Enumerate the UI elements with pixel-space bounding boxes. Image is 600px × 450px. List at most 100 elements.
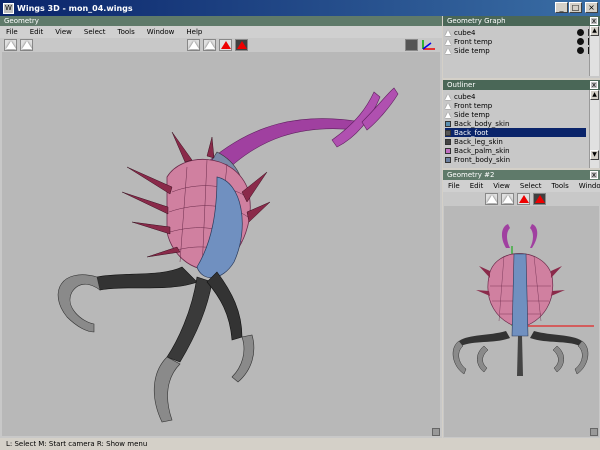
visibility-eye-icon[interactable] (577, 38, 584, 45)
menu-help[interactable]: Help (180, 28, 208, 36)
view-options-toolbar (405, 39, 437, 51)
g2-face-mode-button[interactable] (517, 193, 530, 205)
geometry-panel-title: Geometry (0, 16, 442, 26)
geometry2-title: Geometry #2 x (443, 170, 600, 180)
material-icon (445, 138, 451, 145)
outliner-item[interactable]: cube4 (445, 92, 586, 101)
minimize-button[interactable]: _ (555, 2, 568, 13)
body-icon (236, 41, 247, 49)
g2-edge-mode-button[interactable] (501, 193, 514, 205)
vertex-icon (188, 41, 199, 49)
geometry2-title-text: Geometry #2 (447, 171, 495, 179)
list-item-label: Side temp (454, 46, 490, 55)
list-item-label: cube4 (454, 28, 476, 37)
status-bar: L: Select M: Start camera R: Show menu (0, 438, 600, 450)
g2-menu-window[interactable]: Window (574, 182, 600, 190)
menu-view[interactable]: View (49, 28, 78, 36)
outliner-item-label: Side temp (454, 110, 490, 119)
outliner-item[interactable]: Back_palm_skin (445, 146, 586, 155)
main-3d-viewport[interactable] (2, 52, 440, 436)
outliner-scrollbar[interactable]: ▲ ▼ (589, 90, 599, 168)
geometry2-close-icon[interactable]: x (590, 171, 598, 179)
monster-front-view-drawing (452, 224, 594, 376)
outliner-title: Outliner x (443, 80, 600, 90)
geometry-graph-list: cube4 Front temp Side temp (443, 26, 600, 55)
vertex-mode-button[interactable] (187, 39, 200, 51)
outliner-item-selected[interactable]: Back_foot (445, 128, 586, 137)
outliner-title-text: Outliner (447, 81, 476, 89)
list-item[interactable]: Side temp (445, 46, 598, 55)
g2-vertex-mode-button[interactable] (485, 193, 498, 205)
smooth-preview-button[interactable] (4, 39, 17, 51)
face-mode-button[interactable] (219, 39, 232, 51)
outliner-item-label: cube4 (454, 92, 476, 101)
menu-edit[interactable]: Edit (24, 28, 50, 36)
object-icon (445, 102, 451, 109)
edge-icon (502, 195, 513, 203)
outliner-item-label: Back_leg_skin (454, 137, 503, 146)
g2-menu-file[interactable]: File (443, 182, 465, 190)
smooth-icon (5, 41, 16, 49)
scroll-down-arrow-icon[interactable]: ▼ (590, 150, 599, 160)
outliner-item-label: Back_palm_skin (454, 146, 510, 155)
outliner-item[interactable]: Back_body_skin (445, 119, 586, 128)
secondary-3d-viewport[interactable] (444, 206, 599, 437)
scroll-up-arrow-icon[interactable]: ▲ (590, 90, 599, 100)
menu-file[interactable]: File (0, 28, 24, 36)
close-button[interactable]: × (585, 2, 598, 13)
menu-tools[interactable]: Tools (112, 28, 141, 36)
face-icon (220, 41, 231, 49)
outliner-item[interactable]: Back_leg_skin (445, 137, 586, 146)
menu-select[interactable]: Select (78, 28, 112, 36)
geometry-graph-title: Geometry Graph x (443, 16, 600, 26)
selection-mode-toolbar (187, 39, 248, 51)
object-icon (445, 47, 451, 54)
edge-mode-button[interactable] (203, 39, 216, 51)
menu-window[interactable]: Window (141, 28, 181, 36)
flat-shade-button[interactable] (20, 39, 33, 51)
visibility-eye-icon[interactable] (577, 47, 584, 54)
scroll-up-arrow-icon[interactable]: ▲ (590, 26, 599, 36)
geometry-graph-scrollbar[interactable]: ▲ (589, 26, 599, 76)
outliner-panel: Outliner x cube4 Front temp Side temp Ba… (443, 80, 600, 168)
secondary-viewport-resize-handle[interactable] (590, 428, 598, 436)
geometry-graph-panel: Geometry Graph x cube4 Front temp Side t… (443, 16, 600, 78)
visibility-eye-icon[interactable] (577, 29, 584, 36)
window-title: Wings 3D - mon_04.wings (17, 3, 133, 13)
body-icon (534, 195, 545, 203)
maximize-button[interactable]: □ (569, 2, 582, 13)
object-icon (445, 111, 451, 118)
grid-toggle-button[interactable] (405, 39, 418, 51)
outliner-item[interactable]: Side temp (445, 110, 586, 119)
geometry-graph-close-icon[interactable]: x (590, 17, 598, 25)
main-viewport-resize-handle[interactable] (432, 428, 440, 436)
outliner-item[interactable]: Front_body_skin (445, 155, 586, 164)
g2-menu-tools[interactable]: Tools (547, 182, 574, 190)
outliner-item-label: Back_body_skin (454, 119, 510, 128)
outliner-item[interactable]: Front temp (445, 101, 586, 110)
list-item-label: Front temp (454, 37, 493, 46)
outliner-close-icon[interactable]: x (590, 81, 598, 89)
window-titlebar: W Wings 3D - mon_04.wings _ □ × (0, 0, 600, 16)
outliner-item-label: Front temp (454, 101, 493, 110)
flat-icon (21, 41, 32, 49)
g2-menu-edit[interactable]: Edit (465, 182, 489, 190)
axes-icon[interactable] (421, 39, 437, 51)
wings-app-icon[interactable]: W (3, 2, 14, 14)
face-icon (518, 195, 529, 203)
monster-model-drawing (57, 87, 399, 423)
object-icon (445, 29, 451, 36)
geometry2-menubar: File Edit View Select Tools Window (443, 180, 600, 192)
object-icon (445, 93, 451, 100)
view-mode-toolbar (4, 39, 33, 51)
list-item[interactable]: cube4 (445, 28, 598, 37)
geometry-graph-title-text: Geometry Graph (447, 17, 506, 25)
g2-menu-view[interactable]: View (488, 182, 515, 190)
g2-menu-select[interactable]: Select (515, 182, 547, 190)
g2-body-mode-button[interactable] (533, 193, 546, 205)
object-icon (445, 38, 451, 45)
outliner-list: cube4 Front temp Side temp Back_body_ski… (443, 90, 600, 164)
body-mode-button[interactable] (235, 39, 248, 51)
material-icon (445, 147, 451, 154)
list-item[interactable]: Front temp (445, 37, 598, 46)
